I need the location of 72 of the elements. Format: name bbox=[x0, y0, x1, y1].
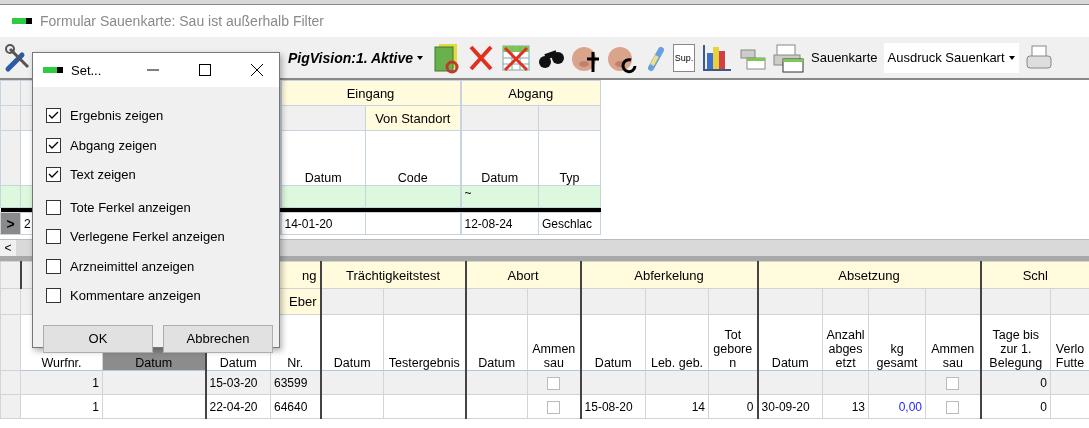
close-icon bbox=[251, 64, 263, 76]
toolbar-label: Sauenkarte bbox=[811, 50, 878, 65]
checkbox[interactable] bbox=[946, 376, 960, 390]
checkbox[interactable] bbox=[46, 137, 61, 153]
printer-table-icon[interactable] bbox=[773, 42, 805, 73]
checkbox[interactable] bbox=[547, 376, 561, 390]
table-cell: 30-09-20 bbox=[757, 394, 823, 419]
row-indicator[interactable]: > bbox=[0, 212, 21, 235]
checkbox[interactable] bbox=[946, 400, 960, 414]
table-cell: 0,00 bbox=[868, 394, 926, 419]
column-header[interactable]: Datum bbox=[320, 314, 384, 371]
maximize-icon bbox=[199, 64, 211, 76]
checkbox-label: Ergebnis zeigen bbox=[70, 108, 164, 124]
scroll-left-button[interactable]: < bbox=[0, 240, 16, 256]
table-cell: 0 bbox=[980, 394, 1051, 419]
print-dropdown[interactable]: Ausdruck Sauenkart bbox=[883, 42, 1019, 73]
column-header[interactable]: Tage bis zur 1. Belegung bbox=[980, 314, 1051, 371]
table-cell: 15-03-20 bbox=[205, 370, 271, 395]
checkbox-label: Kommentare anzeigen bbox=[70, 288, 201, 304]
column-header[interactable]: kg gesamt bbox=[868, 314, 926, 371]
column-header[interactable]: Leb. geb. bbox=[645, 314, 709, 371]
column-header[interactable]: Datum bbox=[757, 314, 823, 371]
supplement-button[interactable]: Sup. bbox=[673, 43, 695, 72]
delete-table-icon[interactable] bbox=[501, 42, 531, 73]
table-cell: 1 bbox=[20, 394, 103, 419]
column-header[interactable]: Anzahl abgesetzt bbox=[822, 314, 869, 371]
column-header[interactable]: Ammen sau bbox=[527, 314, 581, 371]
group-header: Abort bbox=[465, 261, 581, 289]
column-header[interactable]: Datum bbox=[465, 314, 528, 371]
checkbox-label: Abgang zeigen bbox=[70, 137, 157, 153]
column-header[interactable]: Ammen sau bbox=[925, 314, 981, 371]
cancel-button[interactable]: Abbrechen bbox=[163, 324, 273, 353]
column-subheader: Von Standort bbox=[365, 105, 461, 131]
group-header: Abgang bbox=[460, 80, 601, 106]
column-header[interactable]: Testergebnis bbox=[383, 314, 466, 371]
column-header[interactable]: Tot geboren bbox=[708, 314, 758, 371]
tools-icon[interactable] bbox=[4, 42, 32, 73]
group-header: Eingang bbox=[280, 80, 461, 106]
checkbox-label: Text zeigen bbox=[70, 167, 136, 183]
column-header[interactable]: Typ bbox=[538, 130, 601, 186]
table-cell: 13 bbox=[822, 394, 869, 419]
column-header[interactable]: Datum bbox=[580, 314, 646, 371]
checkbox[interactable] bbox=[46, 199, 61, 215]
column-header[interactable]: Code bbox=[365, 130, 461, 186]
checkbox[interactable] bbox=[547, 400, 561, 414]
checkbox[interactable] bbox=[46, 167, 61, 183]
table-cell: 22-04-20 bbox=[205, 394, 271, 419]
table-cell: 12-08-24 bbox=[460, 212, 539, 235]
table-cell: 15-08-20 bbox=[580, 394, 646, 419]
checkbox-label: Arzneimittel anzeigen bbox=[70, 258, 195, 274]
ok-button[interactable]: OK bbox=[43, 324, 153, 353]
filter-cell[interactable]: ~ bbox=[460, 185, 539, 208]
column-header[interactable]: Verlo Futte bbox=[1050, 314, 1089, 371]
checkbox[interactable] bbox=[46, 288, 61, 304]
table-cell: Geschlac bbox=[538, 212, 601, 235]
checkbox[interactable] bbox=[46, 229, 61, 245]
dialog-title: Set... bbox=[71, 62, 103, 78]
checkbox-label: Verlegene Ferkel anzeigen bbox=[70, 229, 225, 245]
checkbox[interactable] bbox=[46, 258, 61, 274]
checkbox[interactable] bbox=[46, 108, 61, 124]
table-cell: 0 bbox=[980, 370, 1051, 395]
group-header: Abferkelung bbox=[580, 261, 758, 289]
window-title: Formular Sauenkarte: Sau ist außerhalb Filter bbox=[40, 13, 324, 29]
table-cell: 14 bbox=[645, 394, 709, 419]
group-header: Absetzung bbox=[757, 261, 981, 289]
group-header: Schl bbox=[980, 261, 1089, 289]
group-header: Trächtigkeitstest bbox=[320, 261, 466, 289]
checkbox-label: Tote Ferkel anzeigen bbox=[70, 199, 191, 215]
column-header[interactable]: Datum bbox=[280, 130, 366, 186]
app-logo bbox=[12, 18, 32, 24]
column-header[interactable]: Datum bbox=[460, 130, 539, 186]
app-logo bbox=[43, 67, 63, 73]
